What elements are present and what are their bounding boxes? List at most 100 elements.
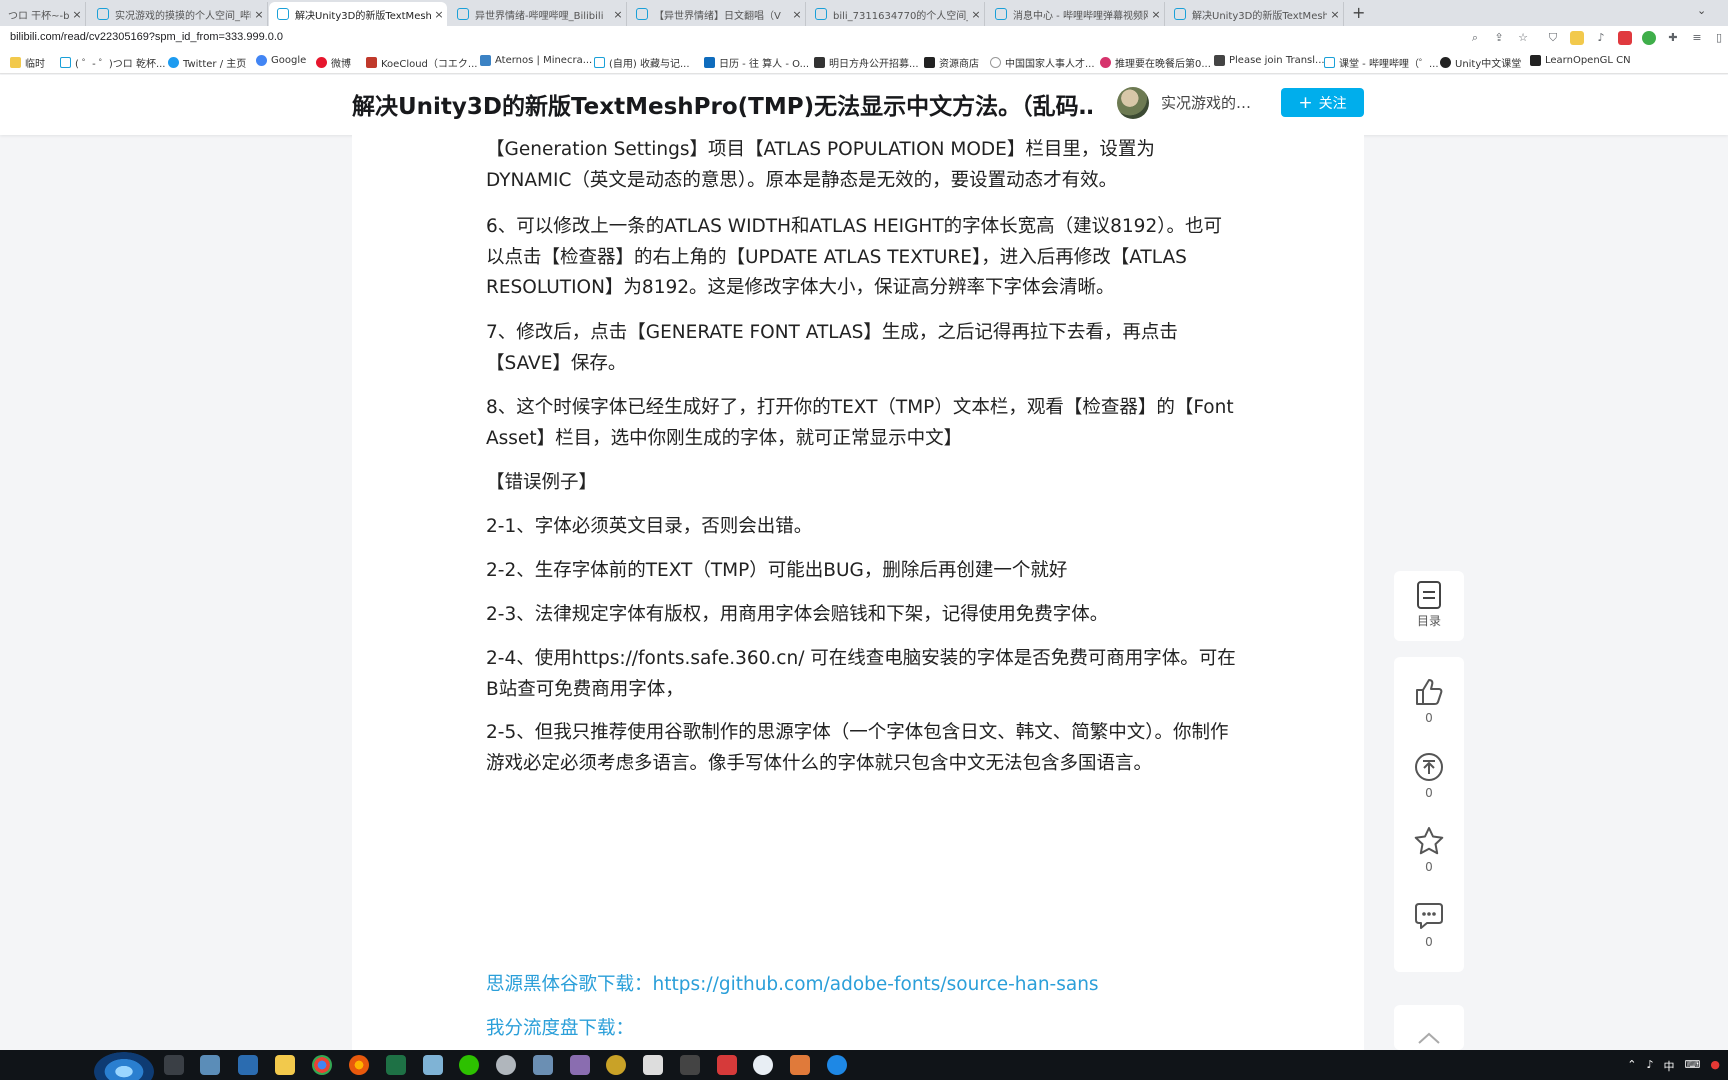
bookmark-item[interactable]: LearnOpenGL CN xyxy=(1530,55,1631,66)
wechat-icon[interactable] xyxy=(459,1055,479,1075)
toc-button[interactable]: 目录 xyxy=(1394,581,1464,629)
bilibili-tab-icon xyxy=(97,8,109,20)
puzzle-icon[interactable]: ✚ xyxy=(1666,31,1680,45)
unity-icon xyxy=(924,57,935,68)
app-icon[interactable] xyxy=(753,1055,773,1075)
opengl-icon xyxy=(1530,55,1541,66)
article-paragraph: 2-3、法律规定字体有版权，用商用字体会赔钱和下架，记得使用免费字体。 xyxy=(486,604,1109,625)
extension-icon[interactable] xyxy=(1618,31,1632,45)
bookmark-item[interactable]: Unity中文课堂 xyxy=(1440,55,1521,70)
browser-tab[interactable]: 实况游戏的摸摸的个人空间_哔哩 × xyxy=(89,2,268,26)
chrome-icon[interactable] xyxy=(312,1055,332,1075)
bookmark-item[interactable]: 课堂 - 哔哩哔哩（゜... xyxy=(1324,55,1439,70)
author-name[interactable]: 实况游戏的… xyxy=(1161,92,1251,113)
avatar[interactable] xyxy=(1117,87,1149,119)
chevron-down-icon[interactable]: ⌄ xyxy=(1697,4,1706,17)
app-icon[interactable] xyxy=(570,1055,590,1075)
file-explorer-icon[interactable] xyxy=(275,1055,295,1075)
browser-tab[interactable]: 异世界情绪-哔哩哔哩_Bilibili × xyxy=(449,2,627,26)
excel-icon[interactable] xyxy=(386,1055,406,1075)
bookmark-item[interactable]: 推理要在晚餐后第0... xyxy=(1100,55,1211,70)
bookmark-label: KoeCloud（コエク... xyxy=(381,59,478,70)
app-icon[interactable] xyxy=(790,1055,810,1075)
document-icon xyxy=(1417,581,1441,609)
bookmark-item[interactable]: 中国国家人事人才... xyxy=(990,55,1095,70)
browser-tab[interactable]: つロ 干杯~-bili× xyxy=(0,2,86,26)
download-link-line: 我分流度盘下载： xyxy=(486,1014,634,1044)
browser-tab[interactable]: bili_7311634770的个人空间_哔 × xyxy=(807,2,985,26)
app-icon[interactable] xyxy=(496,1055,516,1075)
shield-icon[interactable]: ⛉ xyxy=(1546,31,1560,45)
chevron-up-icon xyxy=(1418,1032,1440,1044)
close-icon[interactable]: × xyxy=(251,8,267,21)
close-icon[interactable]: × xyxy=(610,8,626,21)
link-label[interactable]: 我分流度盘下载： xyxy=(486,1018,634,1039)
bookmark-item[interactable]: 明日方舟公开招募... xyxy=(814,55,919,70)
close-icon[interactable]: × xyxy=(1148,8,1164,21)
comment-icon xyxy=(1415,903,1443,929)
bookmark-item[interactable]: 临时 xyxy=(10,55,45,70)
star-icon[interactable]: ☆ xyxy=(1516,31,1530,45)
source-han-sans-link[interactable]: https://github.com/adobe-fonts/source-ha… xyxy=(653,974,1099,995)
calculator-icon[interactable] xyxy=(238,1055,258,1075)
bookmark-item[interactable]: Please join Transl... xyxy=(1214,55,1325,66)
bookmark-item[interactable]: Twitter / 主页 xyxy=(168,55,246,70)
extension-icon[interactable] xyxy=(1642,31,1656,45)
back-to-top-button[interactable] xyxy=(1394,1031,1464,1045)
tab-title: 解决Unity3D的新版TextMeshPr xyxy=(1192,10,1327,22)
volume-icon[interactable]: ♪ xyxy=(1646,1058,1653,1074)
close-icon[interactable]: × xyxy=(431,8,447,21)
sidebar-icon[interactable]: ▯ xyxy=(1712,31,1726,45)
bookmark-item[interactable]: KoeCloud（コエク... xyxy=(366,55,477,70)
keyboard-icon[interactable]: ⌨ xyxy=(1685,1058,1701,1074)
thumbs-up-icon xyxy=(1416,679,1443,705)
unity-hub-icon[interactable] xyxy=(643,1055,663,1075)
app-icon[interactable] xyxy=(717,1055,737,1075)
browser-tab[interactable]: 【异世界情绪】日文翻唱（V × xyxy=(628,2,806,26)
share-icon[interactable]: ⇪ xyxy=(1492,31,1506,45)
bookmark-item[interactable]: Google xyxy=(256,55,306,66)
app-tray-icon[interactable]: ● xyxy=(1710,1058,1720,1074)
speaker-icon[interactable]: ♪ xyxy=(1594,31,1608,45)
task-view-icon[interactable] xyxy=(164,1055,184,1075)
browser-tab-active[interactable]: 解决Unity3D的新版TextMeshPr × xyxy=(269,2,447,26)
favorite-button[interactable]: 0 xyxy=(1394,826,1464,874)
new-tab-icon[interactable]: + xyxy=(1352,3,1365,22)
address-bar[interactable]: bilibili.com/read/cv22305169?spm_id_from… xyxy=(0,26,1728,50)
zoom-icon[interactable]: ⌕ xyxy=(1468,31,1482,45)
star-icon xyxy=(1414,827,1444,855)
bookmark-item[interactable]: 资源商店 xyxy=(924,55,979,70)
extension-icon[interactable] xyxy=(1570,31,1584,45)
close-icon[interactable]: × xyxy=(968,8,984,21)
bilibili-tab-icon xyxy=(636,8,648,20)
close-icon[interactable]: × xyxy=(69,8,85,21)
app-icon[interactable] xyxy=(200,1055,220,1075)
start-button[interactable] xyxy=(94,1052,154,1080)
follow-button[interactable]: + 关注 xyxy=(1281,88,1364,117)
bookmark-item[interactable]: (自用) 收藏与记... xyxy=(594,55,690,70)
browser-tab[interactable]: 解决Unity3D的新版TextMeshPr × xyxy=(1166,2,1344,26)
folder-icon xyxy=(10,57,21,68)
bookmark-item[interactable]: 微博 xyxy=(316,55,351,70)
notepad-icon[interactable] xyxy=(423,1055,443,1075)
close-icon[interactable]: × xyxy=(789,8,805,21)
chevron-up-icon[interactable]: ⌃ xyxy=(1627,1058,1636,1074)
bookmark-item[interactable]: 日历 - 往 算人 - O... xyxy=(704,55,809,70)
url-field[interactable]: bilibili.com/read/cv22305169?spm_id_from… xyxy=(10,31,283,43)
close-icon[interactable]: × xyxy=(1327,8,1343,21)
comment-button[interactable]: 0 xyxy=(1394,901,1464,949)
bookmark-item[interactable]: Aternos | Minecra... xyxy=(480,55,592,66)
app-icon[interactable] xyxy=(533,1055,553,1075)
browser-tab[interactable]: 消息中心 - 哔哩哔哩弹幕视频网 × xyxy=(987,2,1165,26)
app-icon[interactable] xyxy=(827,1055,847,1075)
playlist-icon[interactable]: ≡ xyxy=(1690,31,1704,45)
action-card: 0 0 0 0 xyxy=(1394,657,1464,972)
article-paragraph: 2-5、但我只推荐使用谷歌制作的思源字体（一个字体包含日文、韩文、简繁中文）。你… xyxy=(486,722,1229,774)
app-icon[interactable] xyxy=(606,1055,626,1075)
bookmark-item[interactable]: ( ゜- ゜)つロ 乾杯... xyxy=(60,55,165,70)
input-method-icon[interactable]: 中 xyxy=(1664,1058,1675,1074)
firefox-icon[interactable] xyxy=(349,1055,369,1075)
like-button[interactable]: 0 xyxy=(1394,677,1464,725)
unity-icon[interactable] xyxy=(680,1055,700,1075)
coin-button[interactable]: 0 xyxy=(1394,752,1464,800)
